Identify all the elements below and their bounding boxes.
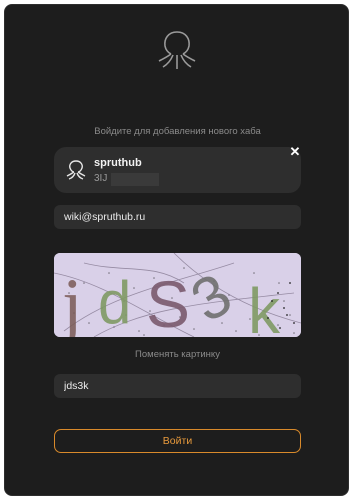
- email-field[interactable]: [54, 205, 301, 229]
- refresh-captcha-link[interactable]: Поменять картинку: [5, 349, 350, 360]
- svg-text:j: j: [59, 264, 83, 337]
- svg-text:d: d: [98, 269, 131, 336]
- captcha-image: j d S 3 k: [54, 253, 301, 337]
- hub-serial: 3IJ: [94, 173, 108, 184]
- octopus-logo-icon: [158, 31, 196, 69]
- hub-name: spruthub: [94, 157, 142, 169]
- hub-card[interactable]: spruthub 3IJ: [54, 147, 301, 193]
- octopus-icon: [66, 160, 86, 180]
- dialog-subtitle: Войдите для добавления нового хаба: [94, 126, 261, 137]
- remove-hub-close-icon[interactable]: ✕: [289, 145, 301, 158]
- login-button[interactable]: Войти: [54, 429, 301, 453]
- svg-text:k: k: [248, 275, 281, 337]
- add-hub-dialog: Войдите для добавления нового хаба sprut…: [4, 4, 349, 496]
- captcha-field[interactable]: [54, 374, 301, 398]
- serial-redaction: [111, 173, 159, 186]
